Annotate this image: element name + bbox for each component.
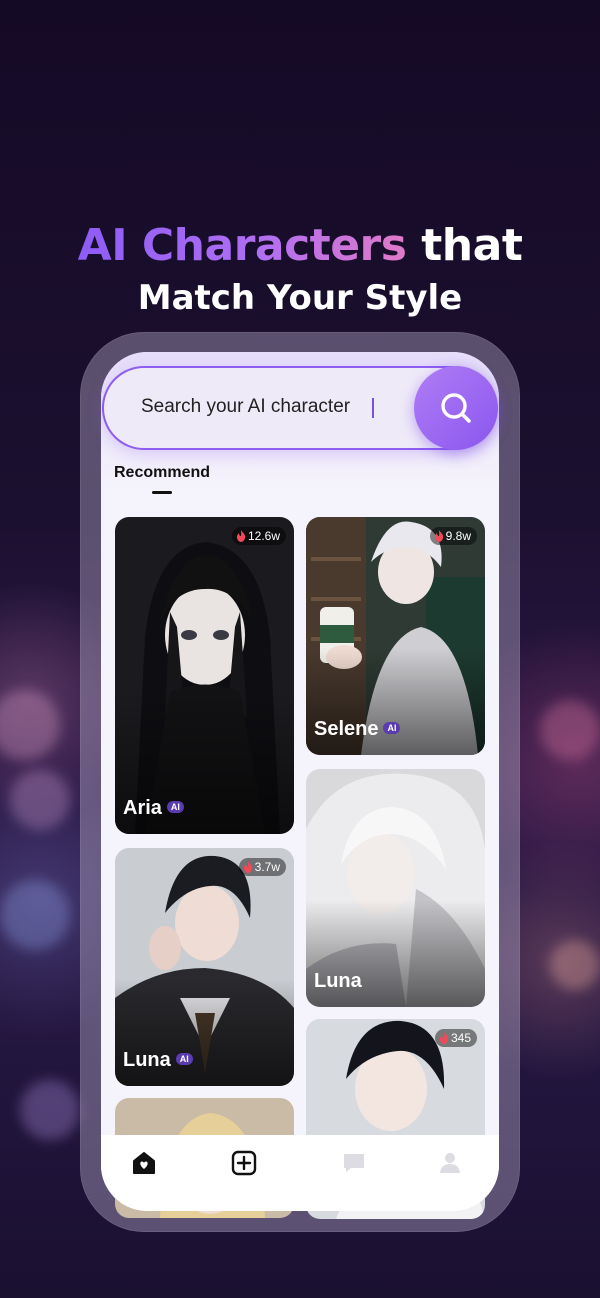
search-button[interactable] [414,366,498,450]
text-caret [372,398,374,418]
bokeh-light [10,770,70,830]
popularity-pill: 3.7w [238,858,286,876]
character-card-luna-ai[interactable]: 3.7w Luna AI [115,848,294,1086]
tab-recommend[interactable]: Recommend [114,464,210,482]
popularity-count: 345 [450,1031,471,1045]
character-name-text: Selene [314,718,379,740]
bokeh-light [550,940,600,990]
character-name: Aria AI [123,797,184,820]
popularity-pill: 12.6w [231,527,286,545]
tab-active-indicator [152,491,172,494]
headline-line-2: Match Your Style [137,278,463,318]
bokeh-light [540,700,600,760]
popularity-count: 9.8w [445,529,471,543]
add-square-icon[interactable] [231,1150,257,1176]
character-name: Luna AI [123,1049,193,1072]
headline-line-1: AI Characters that [0,220,600,271]
character-card-luna[interactable]: Luna [306,769,485,1007]
ai-badge: AI [166,800,184,813]
character-name-text: Luna [123,1049,171,1071]
flame-icon [439,1032,449,1044]
popularity-count: 12.6w [247,529,280,543]
headline-white-text: that [421,220,523,271]
popularity-pill: 345 [434,1029,477,1047]
flame-icon [236,530,246,542]
ai-badge: AI [383,721,401,734]
character-name-text: Aria [123,797,162,819]
character-name: Luna [314,970,362,993]
popularity-count: 3.7w [254,860,280,874]
flame-icon [434,530,443,542]
search-icon [441,393,471,423]
bokeh-light [20,1080,80,1140]
bokeh-light [0,690,60,760]
character-name: Selene AI [314,718,401,741]
chat-icon[interactable] [341,1150,367,1176]
flame-icon [243,861,252,873]
character-name-text: Luna [314,970,362,992]
profile-icon[interactable] [437,1150,463,1176]
character-card-selene[interactable]: 9.8w Selene AI [306,517,485,755]
popularity-pill: 9.8w [429,527,477,545]
home-heart-icon[interactable] [131,1150,157,1176]
search-placeholder: Search your AI character [141,396,351,417]
ai-badge: AI [175,1052,193,1065]
headline-gradient-text: AI Characters [77,220,407,271]
bokeh-light [0,880,70,950]
character-card-aria[interactable]: 12.6w Aria AI [115,517,294,834]
